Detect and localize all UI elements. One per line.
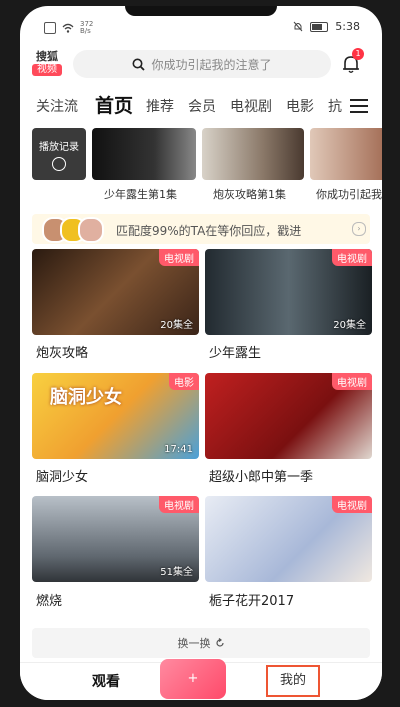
category-tag: 电视剧	[332, 496, 372, 513]
video-duration: 17:41	[164, 444, 193, 455]
network-speed-unit: B/s	[80, 27, 91, 35]
history-item-caption: 少年露生第1集	[104, 188, 177, 201]
episode-count: 20集全	[333, 320, 366, 331]
logo-text-top: 搜狐	[36, 50, 58, 63]
tab-anti[interactable]: 抗	[328, 96, 342, 116]
watch-history: 播放记录 少年露生第1集 炮灰攻略第1集 你成功引起我	[20, 128, 382, 204]
tab-follow[interactable]: 关注流	[36, 96, 78, 116]
video-card[interactable]: 电影 脑洞少女 17:41	[32, 373, 199, 459]
clock-icon	[52, 156, 66, 171]
nav-center-button[interactable]: +	[160, 659, 226, 699]
category-tag: 电视剧	[159, 249, 199, 266]
wifi-icon	[62, 23, 74, 33]
video-title[interactable]: 燃烧	[36, 590, 62, 609]
history-item[interactable]	[310, 128, 382, 180]
search-bar[interactable]: 你成功引起我的注意了	[73, 50, 331, 78]
episode-count: 51集全	[160, 567, 193, 578]
nav-watch[interactable]: 观看	[92, 671, 120, 691]
refresh-button[interactable]: 换一换	[32, 628, 370, 658]
video-title[interactable]: 栀子花开2017	[209, 590, 294, 609]
video-title[interactable]: 超级小郎中第一季	[209, 466, 313, 485]
category-tag: 电视剧	[332, 249, 372, 266]
status-bar: 372 B/s 5:38	[20, 18, 382, 38]
mute-icon	[293, 21, 303, 32]
refresh-label: 换一换	[177, 637, 211, 650]
video-card[interactable]: 电视剧 20集全	[205, 249, 372, 335]
history-item-caption: 炮灰攻略第1集	[213, 188, 286, 201]
nav-mine[interactable]: 我的	[266, 665, 320, 697]
video-title[interactable]: 脑洞少女	[36, 466, 88, 485]
notification-badge: 1	[352, 48, 364, 60]
search-placeholder: 你成功引起我的注意了	[151, 57, 272, 72]
match-banner[interactable]: 匹配度99%的TA在等你回应，戳进 ›	[32, 214, 370, 244]
category-tag: 电影	[169, 373, 199, 390]
tab-home[interactable]: 首页	[95, 91, 133, 118]
menu-icon[interactable]	[350, 99, 368, 113]
episode-count: 20集全	[160, 320, 193, 331]
camera-notch	[125, 6, 277, 16]
history-item[interactable]	[92, 128, 196, 180]
sim-icon	[44, 22, 56, 34]
avatar	[78, 217, 104, 243]
avatar-group	[38, 217, 104, 243]
video-card[interactable]: 电视剧 51集全	[32, 496, 199, 582]
history-record-label: 播放记录	[39, 141, 79, 153]
category-tag: 电视剧	[332, 373, 372, 390]
history-item-caption: 你成功引起我	[316, 188, 382, 201]
history-item[interactable]	[202, 128, 304, 180]
video-card[interactable]: 电视剧	[205, 373, 372, 459]
tab-recommend[interactable]: 推荐	[146, 96, 174, 116]
category-tag: 电视剧	[159, 496, 199, 513]
tab-tv-series[interactable]: 电视剧	[230, 96, 272, 116]
match-banner-text: 匹配度99%的TA在等你回应，戳进	[116, 224, 302, 238]
video-card[interactable]: 电视剧	[205, 496, 372, 582]
chevron-right-icon[interactable]: ›	[352, 222, 366, 236]
logo-text-bottom: 视频	[32, 64, 62, 76]
search-icon	[132, 58, 146, 71]
video-title[interactable]: 炮灰攻略	[36, 342, 88, 361]
tab-movie[interactable]: 电影	[286, 96, 314, 116]
category-tabs: 关注流 首页 推荐 会员 电视剧 电影 抗	[20, 90, 382, 120]
clock-time: 5:38	[335, 20, 360, 33]
refresh-icon	[215, 638, 224, 647]
video-card[interactable]: 电视剧 20集全	[32, 249, 199, 335]
bottom-navigation: 观看 + 我的	[20, 659, 382, 700]
poster-title: 脑洞少女	[50, 387, 122, 408]
tab-vip[interactable]: 会员	[188, 96, 216, 116]
video-title[interactable]: 少年露生	[209, 342, 261, 361]
battery-icon	[310, 21, 329, 32]
app-header: 搜狐 视频 你成功引起我的注意了 1	[20, 44, 382, 84]
history-record-button[interactable]: 播放记录	[32, 128, 86, 180]
app-logo[interactable]: 搜狐 视频	[32, 50, 62, 78]
phone-screen: 372 B/s 5:38 搜狐 视频 你成功引起我的注意了 1 关注流 首页 推…	[20, 6, 382, 700]
